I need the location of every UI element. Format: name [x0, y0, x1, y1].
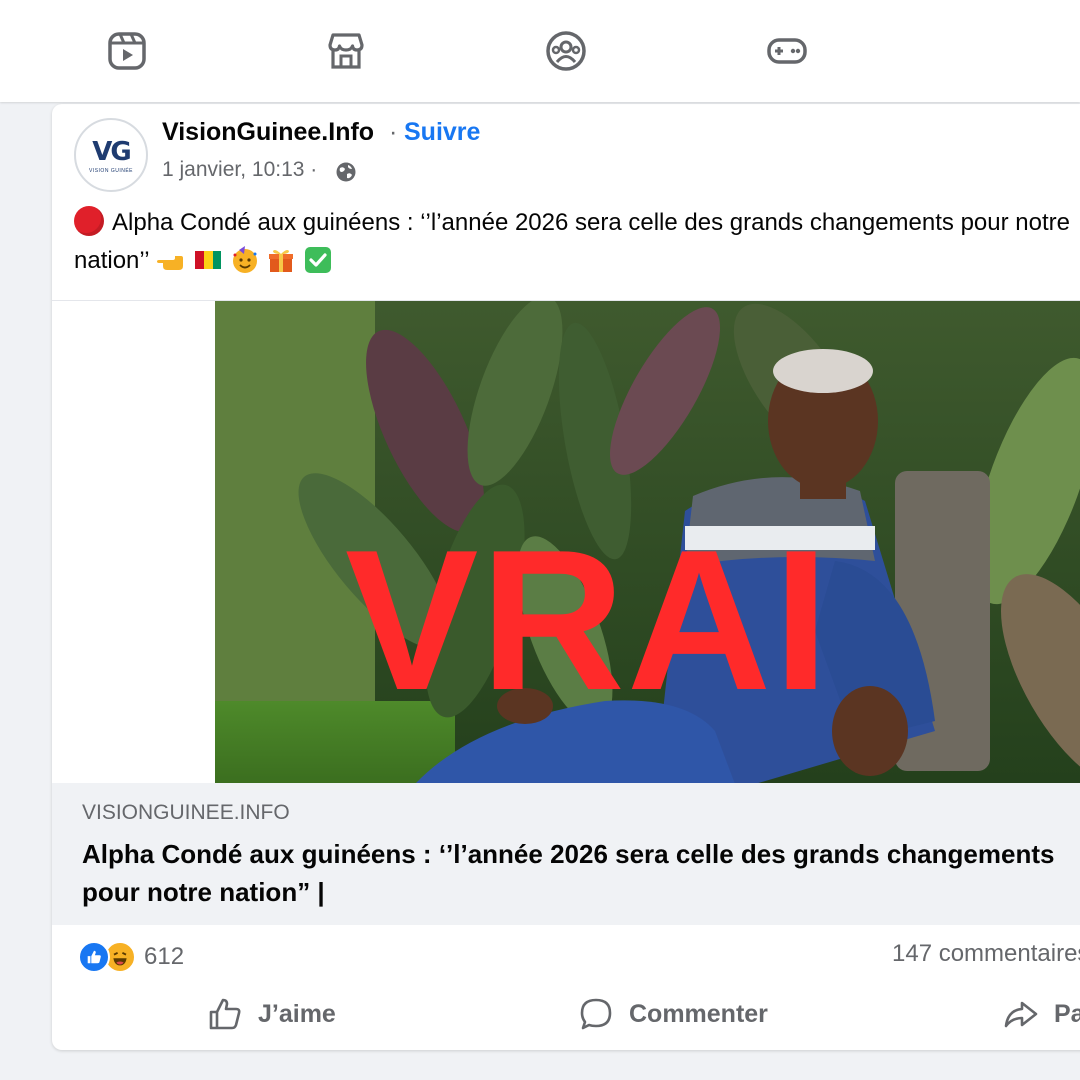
reaction-count: 612 — [144, 943, 185, 970]
nav-tab-gaming[interactable] — [757, 22, 817, 80]
nav-tab-marketplace[interactable] — [316, 22, 376, 80]
reactions-summary[interactable]: 612 — [78, 940, 184, 974]
like-button[interactable]: J’aime — [206, 994, 336, 1034]
page-name-link[interactable]: VisionGuinee.Info — [162, 118, 374, 147]
post-card: VG VISION GUINÉE VisionGuinee.Info · Sui… — [52, 104, 1080, 1050]
post-caption: Alpha Condé aux guinéens : ‘’l’année 202… — [74, 204, 1080, 280]
caption-line-1: Alpha Condé aux guinéens : ‘’l’année 202… — [112, 209, 1070, 236]
share-arrow-icon — [1004, 1001, 1038, 1028]
share-button[interactable]: Partager — [1002, 994, 1080, 1034]
link-preview-caption[interactable]: VISIONGUINEE.INFO Alpha Condé aux guinée… — [52, 783, 1080, 925]
gift-emoji — [269, 250, 294, 272]
link-domain: VISIONGUINEE.INFO — [82, 801, 290, 824]
check-mark-emoji — [305, 247, 332, 273]
top-navigation-bar — [0, 0, 1080, 102]
follow-button[interactable]: Suivre — [404, 118, 480, 147]
nav-tab-groups[interactable] — [536, 22, 596, 80]
comment-button[interactable]: Commenter — [577, 994, 768, 1034]
link-title: Alpha Condé aux guinéens : ‘’l’année 202… — [82, 835, 1080, 911]
guinea-flag-emoji — [195, 251, 222, 269]
gaming-icon — [767, 38, 807, 64]
avatar-logo-mark: VG — [92, 136, 131, 167]
like-button-label: J’aime — [258, 999, 336, 1028]
party-face-emoji — [232, 246, 257, 273]
avatar-logo-subtext: VISION GUINÉE — [88, 167, 133, 174]
red-circle-emoji — [74, 206, 104, 236]
link-preview-media[interactable]: VRAI — [52, 300, 1080, 784]
video-icon — [108, 32, 146, 70]
follow-separator: · — [389, 118, 398, 146]
like-reaction-icon — [78, 941, 110, 973]
thumbs-up-icon — [209, 998, 241, 1030]
globe-icon — [336, 162, 356, 182]
comment-count[interactable]: 147 commentaires — [892, 940, 1080, 968]
pointing-hand-emoji — [157, 256, 184, 270]
share-button-label: Partager — [1054, 999, 1080, 1028]
groups-icon — [546, 31, 586, 71]
marketplace-icon — [328, 33, 364, 69]
link-title-line-2: pour notre nation” | — [82, 877, 325, 907]
nav-tab-video[interactable] — [97, 22, 157, 80]
verdict-stamp: VRAI — [345, 509, 831, 732]
post-action-bar: J’aime Commenter Partager — [52, 988, 1080, 1040]
comment-button-label: Commenter — [629, 999, 768, 1028]
link-preview-photo[interactable]: VRAI — [215, 301, 1080, 784]
post-timestamp[interactable]: 1 janvier, 10:13 · — [162, 158, 317, 182]
page-avatar[interactable]: VG VISION GUINÉE — [74, 118, 148, 192]
link-title-line-1: Alpha Condé aux guinéens : ‘’l’année 202… — [82, 839, 1055, 869]
comment-bubble-icon — [580, 998, 612, 1030]
caption-line-2: nation’’ — [74, 247, 149, 274]
